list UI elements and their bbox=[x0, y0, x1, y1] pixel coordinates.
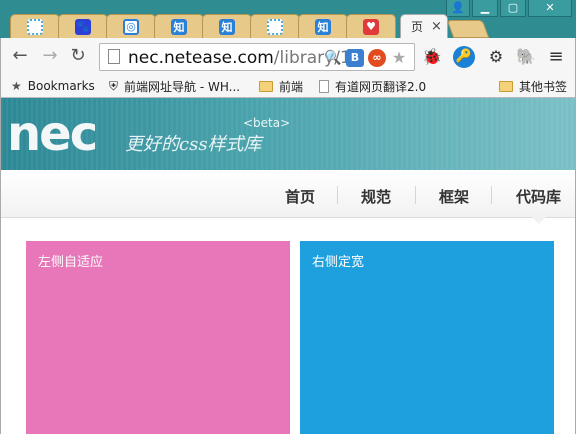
page-content: nec 更好的css样式库 <beta> 首页 规范 框架 代码库 左侧自适应 … bbox=[0, 98, 576, 434]
zhihu-icon: 知 bbox=[315, 18, 331, 35]
bookmark-label: 前端 bbox=[279, 79, 304, 94]
tab-3[interactable]: ◎ bbox=[106, 14, 156, 38]
tab-title: 页 bbox=[411, 20, 424, 34]
bookmarks-label[interactable]: ★ Bookmarks bbox=[11, 77, 95, 95]
bookmark-star-icon[interactable]: ★ bbox=[390, 49, 408, 67]
browser-titlebar: 👤 ▁ ▢ ✕ 🐾 ◎ 知 知 知 ♥ 页 × bbox=[0, 0, 576, 38]
bookmark-label: 前端网址导航 - WH... bbox=[124, 79, 241, 94]
nav-spec[interactable]: 规范 bbox=[361, 186, 391, 207]
key-extension-icon[interactable]: 🔑 bbox=[453, 46, 475, 68]
nav-divider bbox=[491, 186, 492, 204]
translate-icon[interactable]: B bbox=[346, 49, 364, 67]
shield-icon: ⛨ bbox=[109, 78, 119, 93]
bookmark-folder-frontend[interactable]: 前端 bbox=[259, 77, 303, 95]
browser-toolbar: ← → ↻ nec.netease.com/library/1 🔍 B ∞ ★ … bbox=[0, 38, 576, 74]
evernote-icon[interactable]: 🐘 bbox=[515, 46, 537, 68]
folder-icon bbox=[499, 80, 513, 92]
address-bar[interactable]: nec.netease.com/library/1 🔍 B ∞ ★ bbox=[99, 43, 415, 71]
bookmarks-bar: ★ Bookmarks ⛨ 前端网址导航 - WH... 前端 有道网页翻译2.… bbox=[0, 74, 576, 98]
nav-active-caret bbox=[531, 216, 547, 224]
heart-icon: ♥ bbox=[363, 18, 379, 35]
url-host: nec.netease.com bbox=[128, 48, 274, 68]
tab-active[interactable]: 页 × bbox=[400, 14, 448, 38]
beta-badge: <beta> bbox=[243, 116, 291, 130]
bookmark-label: 其他书签 bbox=[519, 79, 568, 94]
nav-divider bbox=[337, 186, 338, 204]
folder-icon bbox=[259, 80, 273, 92]
infinity-icon[interactable]: ∞ bbox=[368, 49, 386, 67]
nav-home[interactable]: 首页 bbox=[285, 186, 315, 207]
close-tab-icon[interactable]: × bbox=[431, 19, 442, 34]
forward-button[interactable]: → bbox=[39, 46, 61, 68]
nav-divider bbox=[415, 186, 416, 204]
tab-6[interactable] bbox=[250, 14, 300, 38]
bookmark-label: Bookmarks bbox=[27, 79, 95, 93]
site-nav: 首页 规范 框架 代码库 bbox=[1, 170, 575, 218]
zhihu-icon: 知 bbox=[219, 18, 235, 35]
tab-strip: 🐾 ◎ 知 知 知 ♥ 页 × bbox=[0, 14, 576, 38]
tab-1[interactable] bbox=[10, 14, 60, 38]
nav-code-library[interactable]: 代码库 bbox=[516, 186, 561, 207]
tab-4[interactable]: 知 bbox=[154, 14, 204, 38]
zoom-icon[interactable]: 🔍 bbox=[324, 49, 342, 67]
bookmark-frontend-nav[interactable]: ⛨ 前端网址导航 - WH... bbox=[109, 77, 240, 95]
loading-icon bbox=[267, 18, 283, 35]
star-icon: ★ bbox=[11, 79, 22, 93]
left-fluid-box: 左侧自适应 bbox=[26, 241, 290, 434]
baidu-paw-icon: 🐾 bbox=[75, 18, 91, 35]
tab-5[interactable]: 知 bbox=[202, 14, 252, 38]
url-text: nec.netease.com/library/1 bbox=[128, 48, 351, 68]
right-fixed-box: 右侧定宽 bbox=[300, 241, 554, 434]
tab-7[interactable]: 知 bbox=[298, 14, 348, 38]
zhihu-icon: 知 bbox=[171, 18, 187, 35]
reload-button[interactable]: ↻ bbox=[67, 46, 89, 68]
page-icon bbox=[108, 49, 120, 64]
back-button[interactable]: ← bbox=[9, 46, 31, 68]
site-banner: nec 更好的css样式库 <beta> bbox=[1, 98, 575, 170]
new-tab-button[interactable] bbox=[446, 20, 490, 38]
site-tagline: 更好的css样式库 bbox=[125, 134, 262, 155]
tab-2[interactable]: 🐾 bbox=[58, 14, 108, 38]
bug-extension-icon[interactable]: 🐞 bbox=[421, 46, 443, 68]
bookmark-label: 有道网页翻译2.0 bbox=[335, 79, 427, 94]
gear-icon[interactable]: ⚙ bbox=[485, 46, 507, 68]
menu-icon[interactable]: ≡ bbox=[545, 46, 567, 68]
chrome-web-store-icon: ◎ bbox=[123, 18, 139, 35]
bookmark-youdao[interactable]: 有道网页翻译2.0 bbox=[319, 77, 426, 95]
nav-framework[interactable]: 框架 bbox=[439, 186, 469, 207]
other-bookmarks[interactable]: 其他书签 bbox=[499, 77, 567, 95]
tab-8[interactable]: ♥ bbox=[346, 14, 396, 38]
loading-icon bbox=[27, 18, 43, 35]
page-icon bbox=[319, 79, 329, 93]
site-logo[interactable]: nec bbox=[7, 108, 98, 160]
